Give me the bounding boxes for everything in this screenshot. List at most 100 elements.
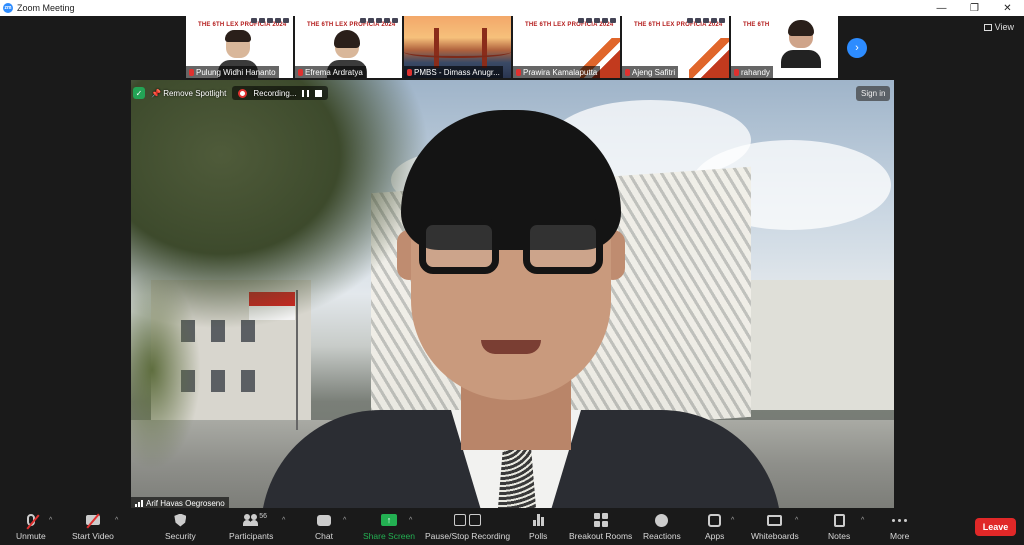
restore-button[interactable]: ❐ [958,0,991,16]
participant-name: Prawira Kamalaputta [523,67,598,77]
slide-decoration [689,38,729,78]
breakout-rooms-button[interactable]: Breakout Rooms [569,512,632,541]
participant-thumbnail[interactable]: PMBS - Dimass Anugr... [404,16,511,78]
close-button[interactable]: ✕ [991,0,1024,16]
muted-mic-icon [189,68,194,76]
pause-stop-icon [454,514,482,526]
remove-spotlight-button[interactable]: 📌 Remove Spotlight [151,89,226,98]
remove-spotlight-label: Remove Spotlight [163,88,227,98]
meeting-toolbar: Unmute ^ Start Video ^ Security 56 Parti… [0,508,1024,545]
participant-name-bar: PMBS - Dimass Anugr... [404,66,503,78]
participants-label: Participants [229,531,274,541]
spotlight-video[interactable] [131,80,894,509]
audio-options-chevron-icon[interactable]: ^ [49,517,52,524]
pause-stop-recording-button[interactable]: Pause/Stop Recording [425,512,510,541]
participant-name: Ajeng Safitri [632,67,676,77]
muted-mic-icon [734,68,739,76]
glasses [419,218,605,278]
stop-recording-icon[interactable] [315,89,323,97]
whiteboards-options-chevron-icon[interactable]: ^ [795,517,798,524]
share-screen-label: Share Screen [363,531,415,541]
chat-label: Chat [315,531,333,541]
share-screen-icon: ↑ [380,514,397,526]
recording-label: Recording... [253,88,297,98]
participant-thumbnail[interactable]: THE 6TH LEX PROFICIA 2024 Efrema Ardraty… [295,16,402,78]
recording-dot-icon [238,88,248,98]
muted-microphone-icon [26,514,40,530]
participant-thumbnail[interactable]: THE 6TH LEX PROFICIA 2024 Prawira Kamala… [513,16,620,78]
participants-options-chevron-icon[interactable]: ^ [282,517,285,524]
participant-thumbnail[interactable]: THE 6TH rahandy [731,16,838,78]
view-label: View [994,22,1014,32]
leave-button[interactable]: Leave [975,518,1016,536]
chat-bubble-icon [316,514,331,526]
share-options-chevron-icon[interactable]: ^ [409,517,412,524]
polls-chart-icon [532,514,544,526]
logos-strip [578,18,616,23]
participant-name-bar: rahandy [731,66,773,78]
reactions-button[interactable]: Reactions [643,512,681,541]
window-title: Zoom Meeting [17,3,75,13]
polls-label: Polls [529,531,548,541]
more-button[interactable]: More [890,512,909,541]
chat-options-chevron-icon[interactable]: ^ [343,517,346,524]
speaker-figure [261,110,781,509]
notes-icon [833,513,845,527]
muted-mic-icon [298,68,303,76]
muted-mic-icon [625,68,630,76]
signal-bars-icon [135,499,143,507]
slide-title: THE 6TH [743,22,770,28]
video-off-icon [85,513,100,529]
notes-label: Notes [828,531,851,541]
muted-mic-icon [407,68,412,76]
next-page-chevron-icon[interactable]: › [847,38,867,58]
view-button[interactable]: View [983,22,1014,32]
grid-icon [983,23,992,31]
apps-options-chevron-icon[interactable]: ^ [731,517,734,524]
participant-name-bar: Pulung Widhi Hananto [186,66,279,78]
breakout-rooms-icon [593,513,608,527]
spotlight-overlay: ✓ 📌 Remove Spotlight Recording... [133,84,329,102]
security-shield-icon: ✓ [133,87,145,99]
sign-in-button[interactable]: Sign in [856,86,891,101]
whiteboards-button[interactable]: Whiteboards [751,512,799,541]
notes-options-chevron-icon[interactable]: ^ [861,517,864,524]
logos-strip [360,18,398,23]
polls-button[interactable]: Polls [529,512,547,541]
participants-button[interactable]: 56 Participants [229,512,273,541]
participant-name: PMBS - Dimass Anugr... [414,67,500,77]
window-controls: — ❐ ✕ [925,0,1024,16]
participant-thumbnail[interactable]: THE 6TH LEX PROFICIA 2024 Ajeng Safitri [622,16,729,78]
start-video-label: Start Video [72,531,114,541]
chat-button[interactable]: Chat [315,512,333,541]
apps-button[interactable]: Apps [705,512,724,541]
minimize-button[interactable]: — [925,0,958,16]
participant-thumbnail[interactable]: THE 6TH LEX PROFICIA 2024 Pulung Widhi H… [186,16,293,78]
unmute-button[interactable]: Unmute [16,512,46,541]
whiteboard-icon [767,514,783,526]
security-label: Security [165,531,196,541]
participant-name: Efrema Ardratya [305,67,363,77]
muted-mic-icon [516,68,521,76]
reactions-label: Reactions [643,531,681,541]
participant-name: Pulung Widhi Hananto [196,67,276,77]
unmute-label: Unmute [16,531,46,541]
notes-button[interactable]: Notes [828,512,850,541]
more-label: More [890,531,910,541]
apps-icon [708,513,722,527]
pause-stop-recording-label: Pause/Stop Recording [425,531,511,541]
start-video-button[interactable]: Start Video [72,512,114,541]
pause-recording-icon[interactable] [302,89,310,97]
video-options-chevron-icon[interactable]: ^ [115,517,118,524]
logos-strip [687,18,725,23]
participant-name-bar: Ajeng Safitri [622,66,679,78]
participants-count: 56 [259,513,267,520]
security-button[interactable]: Security [165,512,196,541]
speaker-name: Arif Havas Oegroseno [146,498,225,508]
title-bar: zm Zoom Meeting — ❐ ✕ [0,0,1024,16]
share-screen-button[interactable]: ↑ Share Screen [363,512,415,541]
background-building [751,280,894,410]
thumbnail-strip: THE 6TH LEX PROFICIA 2024 Pulung Widhi H… [186,16,838,78]
smiley-icon [655,513,669,527]
participants-icon: 56 [243,513,267,526]
